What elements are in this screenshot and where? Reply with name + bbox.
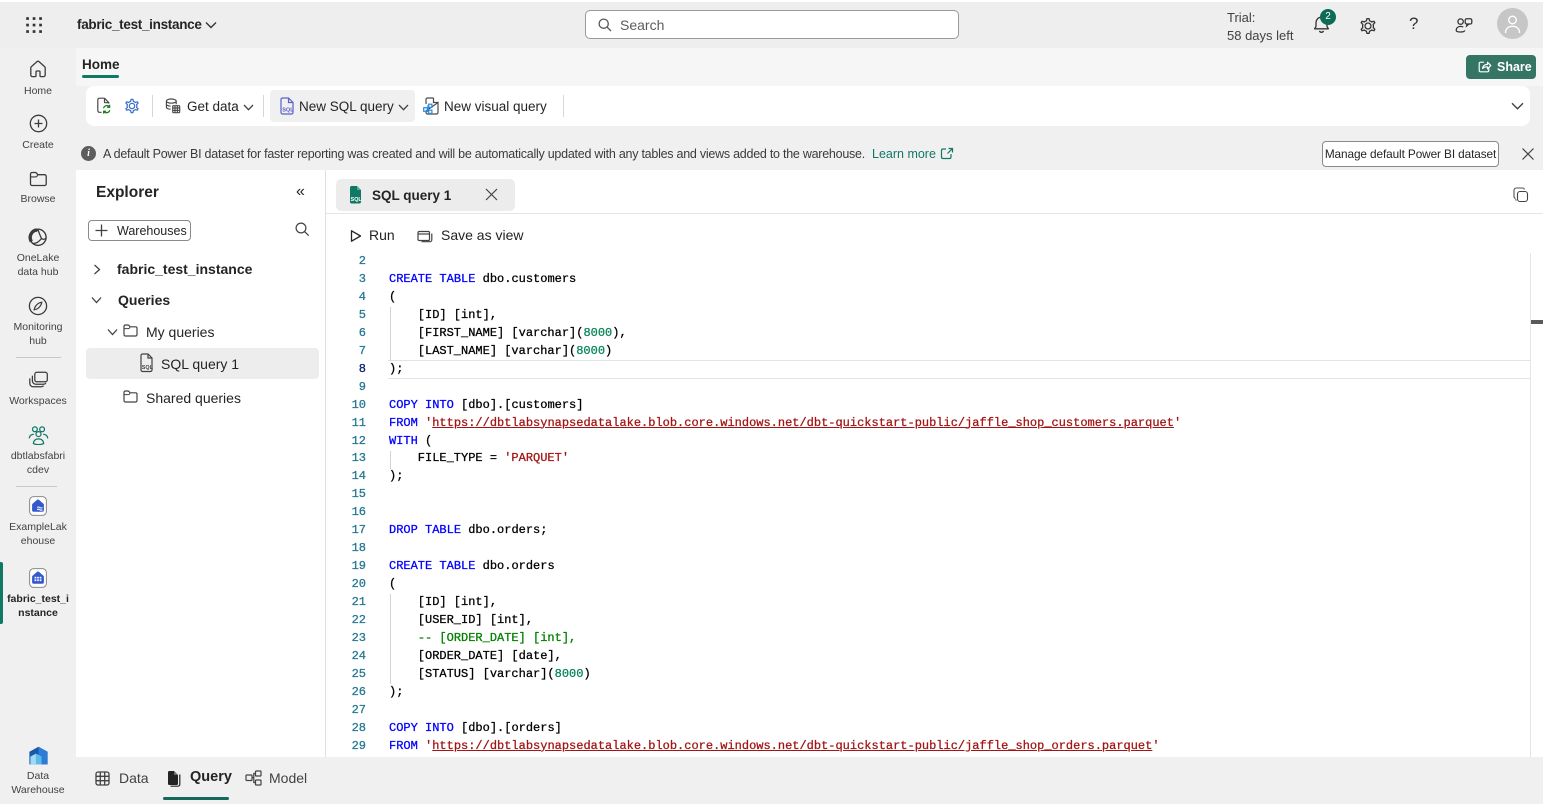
svg-text:SQL: SQL [351, 197, 363, 203]
svg-text:SQL: SQL [142, 365, 154, 371]
svg-text:SQL: SQL [282, 108, 294, 114]
